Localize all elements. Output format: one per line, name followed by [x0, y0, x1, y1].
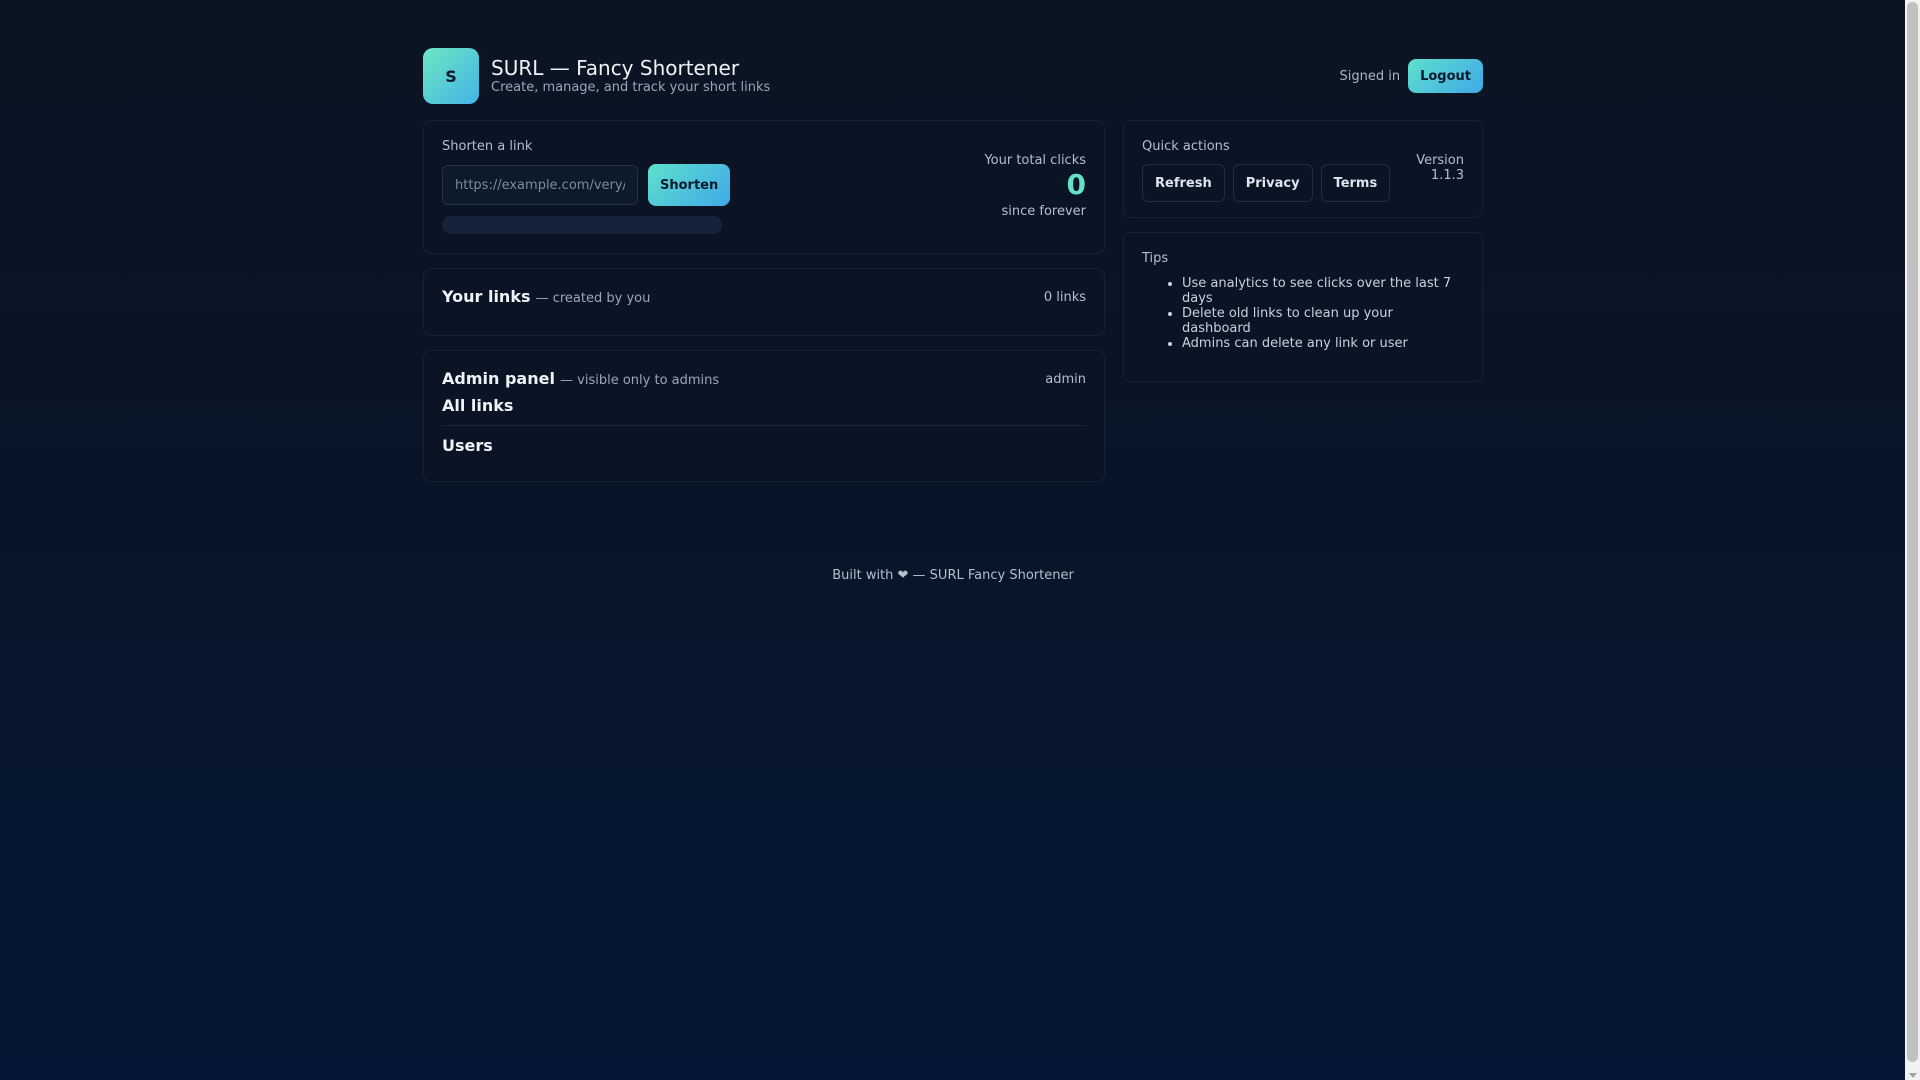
all-links-heading: All links: [442, 396, 514, 415]
your-links-card: Your links — created by you 0 links: [423, 268, 1105, 336]
privacy-button[interactable]: Privacy: [1232, 164, 1313, 202]
shorten-label: Shorten a link: [442, 139, 533, 154]
app-title: SURL — Fancy Shortener: [491, 56, 740, 80]
refresh-button[interactable]: Refresh: [1142, 164, 1225, 202]
quick-actions-card: Quick actions Refresh Privacy Terms Vers…: [1123, 120, 1483, 218]
shorten-card: Shorten a link Shorten Your total clicks…: [423, 120, 1105, 254]
progress-bar: [442, 216, 722, 234]
admin-heading: Admin panel — visible only to admins: [442, 369, 719, 388]
admin-title: Admin panel: [442, 369, 555, 388]
left-column: Shorten a link Shorten Your total clicks…: [423, 120, 1105, 496]
admin-subtitle: — visible only to admins: [560, 373, 720, 388]
your-links-heading: Your links — created by you: [442, 287, 650, 306]
admin-role: admin: [1045, 372, 1086, 387]
version-value: 1.1.3: [1430, 168, 1464, 183]
your-links-title: Your links: [442, 287, 531, 306]
tips-card: Tips Use analytics to see clicks over th…: [1123, 232, 1483, 382]
tip-item: Use analytics to see clicks over the las…: [1182, 276, 1464, 306]
admin-panel-card: Admin panel — visible only to admins adm…: [423, 350, 1105, 482]
quick-actions-label: Quick actions: [1142, 139, 1230, 154]
version-info: Version 1.1.3: [1416, 153, 1464, 183]
logo: S: [423, 48, 479, 104]
tip-item: Delete old links to clean up your dashbo…: [1182, 306, 1464, 336]
tips-label: Tips: [1142, 251, 1169, 266]
your-links-subtitle: — created by you: [535, 291, 651, 306]
footer: Built with ❤ — SURL Fancy Shortener: [832, 568, 1074, 583]
url-input[interactable]: [442, 165, 638, 205]
signed-in-status: Signed in: [1339, 68, 1401, 84]
header: S SURL — Fancy Shortener Create, manage,…: [423, 48, 1483, 104]
total-clicks-value: 0: [1066, 168, 1086, 201]
version-label: Version: [1416, 153, 1464, 168]
tips-list: Use analytics to see clicks over the las…: [1142, 276, 1464, 351]
total-clicks: Your total clicks 0 since forever: [984, 153, 1086, 219]
app-subtitle: Create, manage, and track your short lin…: [491, 80, 771, 95]
scrollbar-thumb[interactable]: [1907, 2, 1918, 1062]
scroll-down-arrow-icon[interactable]: [1909, 1073, 1917, 1078]
tip-item: Admins can delete any link or user: [1182, 336, 1464, 351]
divider: [442, 425, 1086, 426]
brand-text: SURL — Fancy Shortener Create, manage, a…: [491, 56, 770, 96]
terms-button[interactable]: Terms: [1320, 164, 1391, 202]
brand: S SURL — Fancy Shortener Create, manage,…: [423, 48, 770, 104]
links-count: 0 links: [1043, 290, 1086, 305]
shorten-button[interactable]: Shorten: [648, 164, 731, 206]
admin-heading-row: Admin panel — visible only to admins adm…: [442, 369, 1086, 388]
vertical-scrollbar[interactable]: [1905, 0, 1920, 1080]
total-clicks-sub: since forever: [1001, 204, 1086, 219]
user-area: Signed in Logout: [1339, 59, 1483, 93]
app-container: S SURL — Fancy Shortener Create, manage,…: [423, 48, 1483, 583]
right-column: Quick actions Refresh Privacy Terms Vers…: [1123, 120, 1483, 396]
total-clicks-label: Your total clicks: [984, 153, 1086, 168]
logout-button[interactable]: Logout: [1408, 59, 1483, 93]
users-heading: Users: [442, 436, 493, 455]
